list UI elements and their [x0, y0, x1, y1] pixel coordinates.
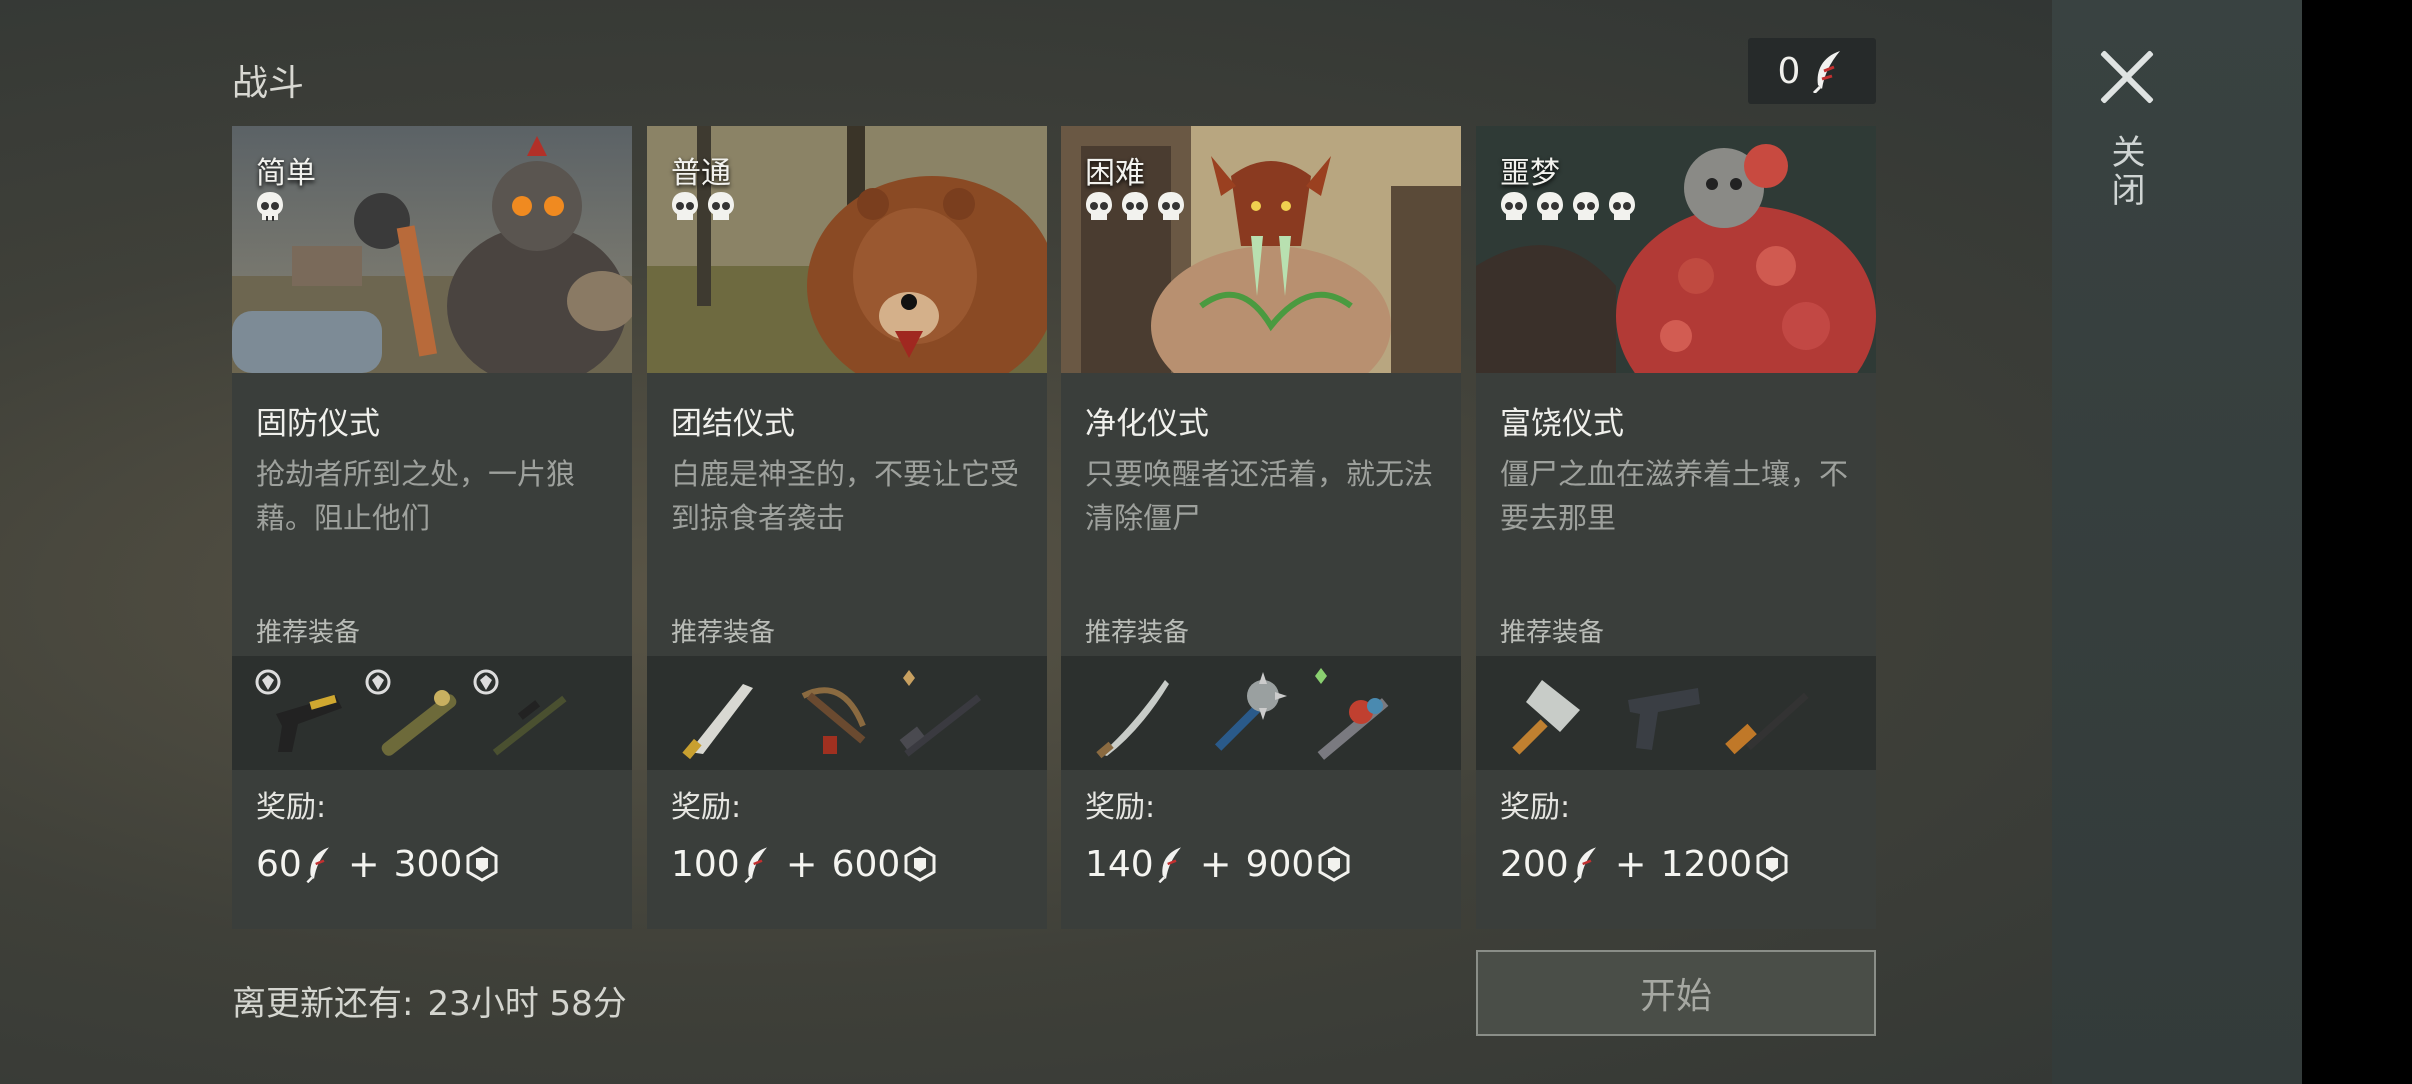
shotgun-icon[interactable] [1716, 666, 1816, 766]
ritual-title: 富饶仪式 [1500, 406, 1624, 442]
page-title: 战斗 [232, 63, 305, 104]
machete-icon[interactable] [669, 666, 769, 766]
ritual-description: 僵尸之血在滋养着土壤，不要去那里 [1500, 457, 1849, 535]
reward-label: 奖励: [1500, 790, 1571, 825]
ritual-title: 净化仪式 [1085, 406, 1209, 442]
difficulty-skulls [1498, 190, 1638, 224]
reward-label: 奖励: [671, 790, 742, 825]
reward-label: 奖励: [1085, 790, 1156, 825]
skull-icon [1122, 192, 1148, 220]
difficulty-label: 噩梦 [1500, 156, 1560, 191]
crossbow-icon[interactable] [783, 666, 883, 766]
sniper-rifle-icon[interactable] [472, 666, 572, 766]
hunting-rifle-icon[interactable] [887, 666, 987, 766]
coin-icon [466, 846, 498, 882]
katana-icon[interactable] [1083, 666, 1183, 766]
spiked-mace-icon[interactable] [1197, 666, 1297, 766]
recommended-gear [1061, 656, 1461, 770]
difficulty-skulls [254, 190, 286, 224]
recommended-gear-label: 推荐装备 [256, 618, 361, 648]
start-button[interactable]: 开始 [1476, 950, 1876, 1036]
skull-icon [1501, 192, 1527, 220]
card-easy[interactable]: 简单 固防仪式 抢劫者所到之处，一片狼藉。阻止他们 推荐装备 奖励: 60 + … [232, 126, 632, 929]
feather-icon [306, 847, 329, 883]
reward-feathers: 60 [256, 843, 302, 885]
difficulty-skulls [1083, 190, 1187, 224]
card-normal[interactable]: 普通 团结仪式 白鹿是神圣的，不要让它受到掠食者袭击 推荐装备 奖励: 100 … [647, 126, 1047, 929]
side-panel [2052, 0, 2302, 1084]
reward-plus: + [347, 842, 380, 886]
reward-plus: + [785, 842, 818, 886]
ritual-title: 团结仪式 [671, 406, 795, 442]
ritual-title: 固防仪式 [256, 406, 380, 442]
difficulty-label: 普通 [671, 156, 731, 191]
skull-icon [257, 192, 283, 221]
card-art: 困难 [1061, 126, 1461, 373]
screen-edge [2302, 0, 2412, 1084]
difficulty-label: 简单 [256, 156, 316, 191]
reward-coins: 900 [1245, 843, 1315, 885]
coin-icon [1756, 846, 1788, 882]
feather-icon [1158, 847, 1181, 883]
reward-coins: 1200 [1660, 843, 1753, 885]
feather-icon [1573, 847, 1596, 883]
skull-icon [1609, 192, 1635, 220]
card-hard[interactable]: 困难 净化仪式 只要唤醒者还活着，就无法清除僵尸 推荐装备 奖励: 140 + … [1061, 126, 1461, 929]
close-button[interactable] [2096, 46, 2158, 108]
feather-icon [744, 847, 767, 883]
skull-icon [1573, 192, 1599, 220]
reward-coins: 300 [393, 843, 463, 885]
card-art: 简单 [232, 126, 632, 373]
coin-icon [904, 846, 936, 882]
recommended-gear-label: 推荐装备 [1085, 618, 1190, 648]
ritual-description: 只要唤醒者还活着，就无法清除僵尸 [1085, 457, 1434, 535]
reward-amount: 140 + 900 [1085, 842, 1352, 886]
reward-amount: 200 + 1200 [1500, 842, 1790, 886]
cleaver-icon[interactable] [1498, 666, 1598, 766]
handgun-icon[interactable] [1612, 666, 1712, 766]
recommended-gear [1476, 656, 1876, 770]
close-label[interactable]: 关闭 [2105, 134, 2150, 210]
timer-label: 离更新还有: [232, 984, 414, 1024]
recommended-gear [232, 656, 632, 770]
recommended-gear [647, 656, 1047, 770]
pistol-icon[interactable] [254, 666, 354, 766]
skull-icon [1537, 192, 1563, 220]
card-art: 噩梦 [1476, 126, 1876, 373]
flamethrower-icon[interactable] [1301, 666, 1401, 766]
skull-icon [1158, 192, 1184, 220]
ritual-description: 白鹿是神圣的，不要让它受到掠食者袭击 [671, 457, 1020, 535]
card-art: 普通 [647, 126, 1047, 373]
recommended-gear-label: 推荐装备 [671, 618, 776, 648]
reward-label: 奖励: [256, 790, 327, 825]
reward-amount: 60 + 300 [256, 842, 500, 886]
reward-plus: + [1199, 842, 1232, 886]
recommended-gear-label: 推荐装备 [1500, 618, 1605, 648]
currency-counter: 0 [1748, 38, 1876, 104]
timer-value: 23小时 58分 [427, 984, 627, 1024]
coin-icon [1318, 846, 1350, 882]
feather-icon [1813, 51, 1841, 93]
skull-icon [672, 192, 698, 220]
ritual-description: 抢劫者所到之处，一片狼藉。阻止他们 [256, 457, 576, 535]
reward-feathers: 140 [1085, 843, 1154, 885]
difficulty-label: 困难 [1085, 156, 1145, 191]
reward-feathers: 200 [1500, 843, 1569, 885]
skull-icon [708, 192, 734, 220]
refresh-timer: 离更新还有: 23小时 58分 [232, 976, 627, 1025]
difficulty-skulls [669, 190, 737, 224]
rocket-launcher-icon[interactable] [364, 666, 464, 766]
reward-feathers: 100 [671, 843, 740, 885]
card-nightmare[interactable]: 噩梦 富饶仪式 僵尸之血在滋养着土壤，不要去那里 推荐装备 奖励: 200 + … [1476, 126, 1876, 929]
reward-plus: + [1614, 842, 1647, 886]
reward-coins: 600 [831, 843, 901, 885]
reward-amount: 100 + 600 [671, 842, 938, 886]
currency-value: 0 [1777, 50, 1801, 92]
skull-icon [1086, 192, 1112, 220]
